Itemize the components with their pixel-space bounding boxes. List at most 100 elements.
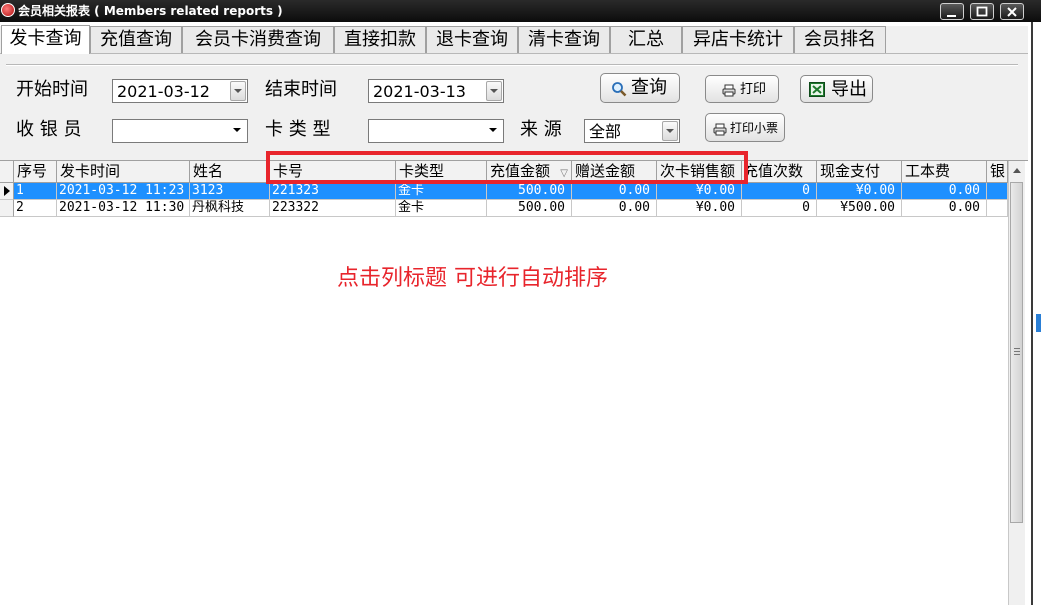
- column-header-issue-time[interactable]: 发卡时间: [57, 161, 190, 183]
- end-date-value: 2021-03-13: [373, 82, 466, 101]
- cell-recharge-amount: 500.00: [487, 183, 572, 200]
- source-label: 来 源: [520, 119, 562, 140]
- cell-seq: 2: [14, 200, 57, 217]
- close-button[interactable]: [1000, 3, 1024, 20]
- source-select[interactable]: 全部: [584, 119, 680, 143]
- cell-count-card-sales: ¥0.00: [657, 200, 742, 217]
- background-window-marker: [1036, 314, 1041, 332]
- highlight-box: [266, 151, 748, 184]
- grid-corner: [0, 161, 14, 183]
- cell-cash-payment: ¥0.00: [817, 183, 902, 200]
- tab-member-ranking[interactable]: 会员排名: [794, 26, 886, 53]
- cell-card-type: 金卡: [396, 183, 487, 200]
- card-type-select[interactable]: [368, 119, 504, 143]
- panel-groove: [6, 64, 1018, 66]
- cell-cash-payment: ¥500.00: [817, 200, 902, 217]
- tab-recharge[interactable]: 充值查询: [90, 26, 182, 53]
- column-header-cash-payment[interactable]: 现金支付: [817, 161, 902, 183]
- start-date-dropdown[interactable]: [230, 81, 246, 101]
- query-label: 查询: [631, 77, 667, 98]
- cashier-select[interactable]: [112, 119, 248, 143]
- print-label: 打印: [740, 82, 767, 97]
- cell-recharge-amount: 500.00: [487, 200, 572, 217]
- query-button[interactable]: 查询: [600, 73, 680, 103]
- filter-panel: 开始时间 2021-03-12 结束时间 2021-03-13 收 银 员 卡 …: [0, 54, 1028, 160]
- chevron-down-icon: [233, 128, 241, 132]
- tab-card-return[interactable]: 退卡查询: [426, 26, 518, 53]
- tab-card-clear[interactable]: 清卡查询: [518, 26, 610, 53]
- end-time-label: 结束时间: [265, 79, 337, 100]
- maximize-icon: [976, 6, 988, 17]
- cell-issue-time: 2021-03-12 11:30: [57, 200, 190, 217]
- column-header-card-fee[interactable]: 工本费: [902, 161, 987, 183]
- cell-bonus-amount: 0.00: [572, 183, 657, 200]
- results-grid: 序号 发卡时间 姓名 卡号 卡类型 充值金额 ▽ 赠送金额 次卡销售额 充值次数…: [0, 160, 1028, 606]
- cell-card-type: 金卡: [396, 200, 487, 217]
- card-type-dropdown[interactable]: [486, 121, 502, 141]
- column-header-name[interactable]: 姓名: [190, 161, 270, 183]
- column-header-seq[interactable]: 序号: [14, 161, 57, 183]
- report-tabs: 发卡查询 充值查询 会员卡消费查询 直接扣款 退卡查询 清卡查询 汇总 异店卡统…: [0, 25, 1028, 54]
- window-title: 会员相关报表 ( Members related reports ): [18, 4, 283, 18]
- row-indicator: [0, 200, 14, 217]
- column-header-bank[interactable]: 银: [987, 161, 1008, 183]
- tab-other-store-cards[interactable]: 异店卡统计: [682, 26, 794, 53]
- grip-icon: [1014, 348, 1020, 357]
- vertical-scrollbar[interactable]: [1008, 161, 1025, 605]
- cell-bonus-amount: 0.00: [572, 200, 657, 217]
- printer-icon: [713, 121, 727, 140]
- start-time-label: 开始时间: [16, 79, 88, 100]
- print-receipt-button[interactable]: 打印小票: [705, 113, 785, 142]
- source-value: 全部: [589, 122, 622, 141]
- tab-summary[interactable]: 汇总: [610, 26, 682, 53]
- export-button[interactable]: 导出: [800, 75, 873, 103]
- table-row[interactable]: 1 2021-03-12 11:23 3123 221323 金卡 500.00…: [0, 183, 1008, 200]
- tab-direct-deduction[interactable]: 直接扣款: [334, 26, 426, 53]
- source-dropdown[interactable]: [662, 121, 678, 141]
- tab-member-consumption[interactable]: 会员卡消费查询: [182, 26, 334, 53]
- cell-card-no: 223322: [270, 200, 396, 217]
- print-receipt-label: 打印小票: [730, 121, 779, 135]
- cell-issue-time: 2021-03-12 11:23: [57, 183, 190, 200]
- scroll-thumb[interactable]: [1010, 182, 1023, 523]
- window-border: [1031, 22, 1033, 605]
- current-row-arrow-icon: [4, 186, 10, 196]
- cell-card-no: 221323: [270, 183, 396, 200]
- chevron-up-icon: [1013, 168, 1021, 173]
- printer-icon: [722, 82, 736, 101]
- tab-card-issue[interactable]: 发卡查询: [1, 25, 90, 54]
- maximize-button[interactable]: [970, 3, 994, 20]
- end-date-dropdown[interactable]: [486, 81, 502, 101]
- chevron-down-icon: [490, 89, 498, 93]
- row-indicator: [0, 183, 14, 200]
- cashier-dropdown[interactable]: [230, 121, 246, 141]
- end-date-picker[interactable]: 2021-03-13: [368, 79, 504, 103]
- title-bar: 会员相关报表 ( Members related reports ): [0, 0, 1041, 22]
- minimize-icon: [947, 15, 956, 17]
- cell-recharge-count: 0: [742, 200, 817, 217]
- card-type-label: 卡 类 型: [265, 119, 331, 140]
- cell-name: 3123: [190, 183, 270, 200]
- chevron-down-icon: [489, 128, 497, 132]
- cell-bank: [987, 183, 1008, 200]
- cell-seq: 1: [14, 183, 57, 200]
- chevron-down-icon: [234, 89, 242, 93]
- excel-icon: [809, 82, 825, 101]
- export-label: 导出: [831, 79, 867, 100]
- chevron-down-icon: [666, 129, 674, 133]
- column-header-recharge-count[interactable]: 充值次数: [742, 161, 817, 183]
- cell-recharge-count: 0: [742, 183, 817, 200]
- minimize-button[interactable]: [940, 3, 964, 20]
- cell-card-fee: 0.00: [902, 200, 987, 217]
- close-icon: [1007, 7, 1017, 17]
- print-button[interactable]: 打印: [705, 75, 779, 103]
- scroll-up-button[interactable]: [1009, 161, 1025, 181]
- cell-name: 丹枫科技: [190, 200, 270, 217]
- cell-bank: [987, 200, 1008, 217]
- start-date-value: 2021-03-12: [117, 82, 210, 101]
- search-icon: [611, 81, 627, 101]
- cashier-label: 收 银 员: [16, 119, 82, 140]
- start-date-picker[interactable]: 2021-03-12: [112, 79, 248, 103]
- cell-card-fee: 0.00: [902, 183, 987, 200]
- table-row[interactable]: 2 2021-03-12 11:30 丹枫科技 223322 金卡 500.00…: [0, 200, 1008, 217]
